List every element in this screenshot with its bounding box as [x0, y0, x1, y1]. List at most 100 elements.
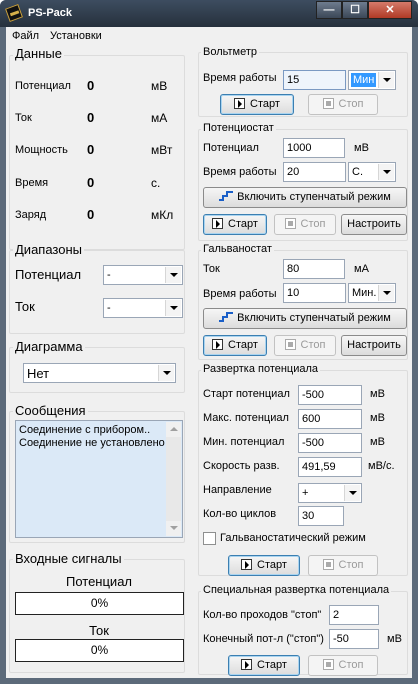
close-button[interactable]: ✕ [368, 1, 412, 19]
sweep-max-label: Макс. потенциал [203, 412, 289, 424]
app-window: PS-Pack — ☐ ✕ Файл Установки Данные Поте… [0, 0, 418, 684]
data-unit-power: мВт [151, 143, 173, 157]
sweep-start-input[interactable]: -500 [298, 385, 362, 405]
special-stop-button[interactable]: Стоп [308, 655, 378, 676]
menu-bar: Файл Установки [6, 27, 412, 46]
stop-icon [284, 217, 296, 229]
ranges-current-select[interactable]: - [103, 298, 183, 318]
galvanostat-time-label: Время работы [203, 288, 277, 300]
menu-settings[interactable]: Установки [50, 30, 102, 42]
special-stop-label: Стоп [338, 659, 364, 671]
menu-file[interactable]: Файл [12, 30, 39, 42]
client-area: Файл Установки Данные Потенциал 0 мВ Ток… [6, 27, 412, 678]
galvanostat-current-input[interactable]: 80 [283, 259, 345, 279]
sweep-stop-label: Стоп [338, 559, 364, 571]
scrollbar[interactable] [166, 422, 181, 536]
chevron-down-icon[interactable] [158, 365, 174, 381]
sweep-stop-button[interactable]: Стоп [308, 555, 378, 576]
sweep-rate-input[interactable]: 491,59 [298, 457, 362, 477]
voltmeter-time-input[interactable]: 15 [283, 70, 346, 90]
voltmeter-unit-value: Мин [351, 73, 377, 87]
chevron-down-icon[interactable] [378, 285, 394, 301]
data-value-charge: 0 [87, 207, 95, 222]
sweep-min-input[interactable]: -500 [298, 433, 362, 453]
voltmeter-stop-label: Стоп [338, 98, 364, 110]
minimize-button[interactable]: — [316, 1, 342, 19]
messages-group-title: Сообщения [13, 403, 88, 418]
data-label-potential: Потенциал [15, 80, 71, 92]
galvanostat-stop-button[interactable]: Стоп [274, 335, 336, 356]
input-potential-percent: 0% [90, 596, 109, 610]
diagram-select[interactable]: Нет [23, 363, 176, 383]
potentiostat-potential-input[interactable]: 1000 [283, 138, 345, 158]
potentiostat-start-button[interactable]: Старт [203, 214, 267, 235]
data-value-current: 0 [87, 110, 95, 125]
ranges-current-label: Ток [15, 299, 35, 314]
step-icon [219, 312, 234, 323]
sweep-start-label: Старт [257, 559, 287, 571]
voltmeter-start-button[interactable]: Старт [220, 94, 294, 115]
maximize-button[interactable]: ☐ [342, 1, 368, 19]
potentiostat-unit-select[interactable]: С. [348, 162, 396, 182]
data-group-title: Данные [13, 46, 64, 61]
data-unit-time: с. [151, 176, 161, 190]
galvanostat-time-input[interactable]: 10 [283, 283, 346, 303]
ranges-potential-value: - [107, 269, 111, 281]
chevron-down-icon[interactable] [378, 72, 394, 88]
message-line: Соединение с прибором.. [19, 424, 151, 436]
voltmeter-title: Вольтметр [201, 46, 260, 58]
sweep-direction-label: Направление [203, 484, 272, 496]
galvanostat-current-label: Ток [203, 263, 220, 275]
chevron-down-icon[interactable] [165, 300, 181, 316]
potentiostat-start-label: Старт [228, 218, 258, 230]
stop-icon [322, 97, 334, 109]
potentiostat-title: Потенциостат [201, 122, 276, 134]
special-final-input[interactable]: -50 [329, 629, 379, 649]
data-unit-potential: мВ [151, 79, 168, 93]
galvanostat-unit-select[interactable]: Мин. [348, 283, 396, 303]
galvanostat-start-button[interactable]: Старт [203, 335, 267, 356]
input-potential-label: Потенциал [65, 574, 133, 589]
title-bar[interactable]: PS-Pack — ☐ ✕ [0, 0, 418, 27]
special-passes-input[interactable]: 2 [329, 605, 379, 625]
galvanostat-step-mode-button[interactable]: Включить ступенчатый режим [203, 308, 407, 329]
galvano-mode-checkbox[interactable] [203, 532, 216, 545]
chevron-down-icon[interactable] [378, 164, 394, 180]
chevron-down-icon[interactable] [165, 267, 181, 283]
sweep-start-button[interactable]: Старт [228, 555, 300, 576]
potentiostat-potential-label: Потенциал [203, 142, 259, 154]
sweep-direction-select[interactable]: + [298, 483, 362, 503]
ranges-potential-select[interactable]: - [103, 265, 183, 285]
sweep-cycles-input[interactable]: 30 [298, 506, 344, 526]
data-label-power: Мощность [15, 144, 68, 156]
potentiostat-step-mode-button[interactable]: Включить ступенчатый режим [203, 187, 407, 208]
special-final-label: Конечный пот-л ("стоп") [203, 633, 324, 645]
voltmeter-stop-button[interactable]: Стоп [308, 94, 378, 115]
voltmeter-unit-select[interactable]: Мин [348, 70, 396, 90]
galvanostat-configure-button[interactable]: Настроить [341, 335, 407, 356]
scroll-up-icon[interactable] [166, 422, 181, 437]
special-start-button[interactable]: Старт [228, 655, 300, 676]
messages-log[interactable]: Соединение с прибором.. Соединение не ус… [15, 420, 183, 538]
galvanostat-title: Гальваностат [201, 243, 274, 255]
potentiostat-time-label: Время работы [203, 166, 277, 178]
data-label-current: Ток [15, 112, 32, 124]
potentiostat-configure-button[interactable]: Настроить [341, 214, 407, 235]
sweep-max-input[interactable]: 600 [298, 409, 362, 429]
potentiostat-step-mode-label: Включить ступенчатый режим [237, 191, 391, 203]
chevron-down-icon[interactable] [344, 485, 360, 501]
scroll-down-icon[interactable] [166, 521, 181, 536]
potentiostat-time-input[interactable]: 20 [283, 162, 346, 182]
potentiostat-stop-button[interactable]: Стоп [274, 214, 336, 235]
data-value-potential: 0 [87, 78, 95, 93]
sweep-min-label: Мин. потенциал [203, 436, 285, 448]
data-unit-current: мА [151, 111, 168, 125]
ranges-group [9, 250, 185, 334]
sweep-max-unit: мВ [370, 412, 385, 424]
galvanostat-unit-value: Мин. [352, 287, 377, 299]
data-value-time: 0 [87, 175, 95, 190]
galvanostat-step-mode-label: Включить ступенчатый режим [237, 312, 391, 324]
voltmeter-time-label: Время работы [203, 72, 277, 84]
play-icon [212, 338, 224, 350]
input-potential-bar: 0% [15, 592, 184, 615]
